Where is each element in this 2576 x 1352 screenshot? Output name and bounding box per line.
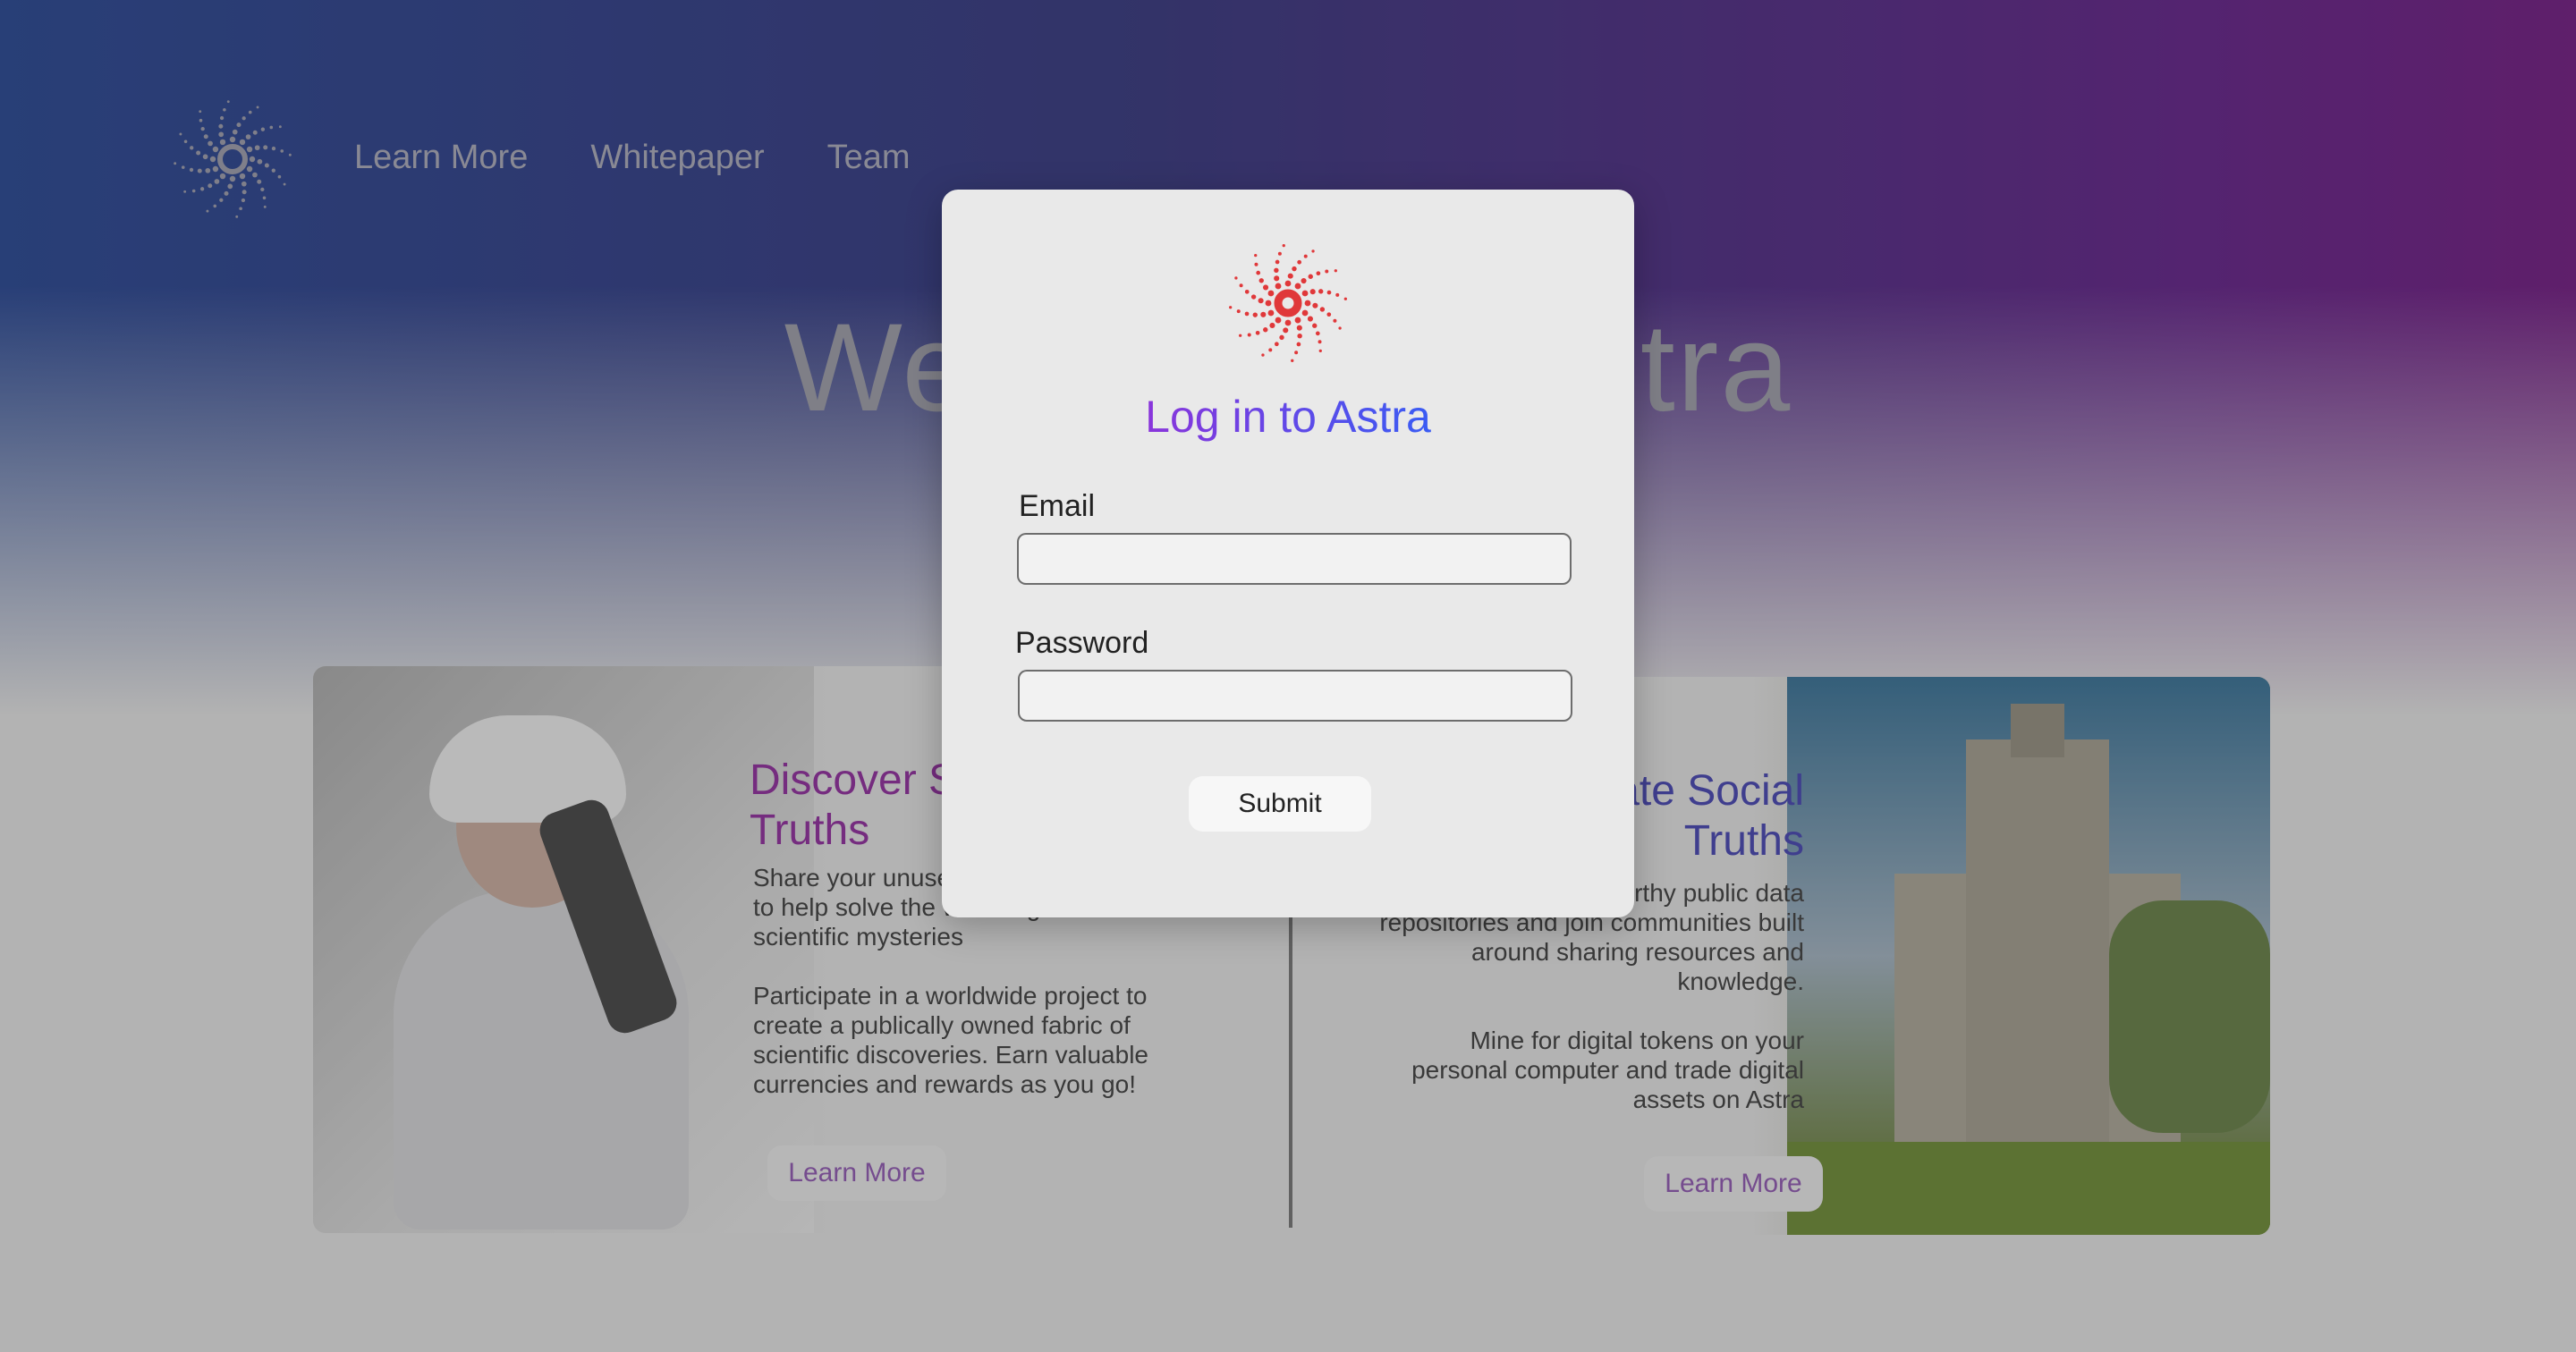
logo-ray-dot xyxy=(1244,289,1250,294)
logo-ray-dot xyxy=(1294,283,1301,290)
logo-ray-dot xyxy=(1256,270,1261,275)
logo-ray-dot xyxy=(1318,340,1322,344)
logo-ray-dot xyxy=(1263,327,1268,333)
logo-ray-dot xyxy=(1252,312,1258,317)
logo-ray-dot xyxy=(1343,297,1347,300)
logo-ray-dot xyxy=(1318,349,1322,352)
logo-ray-dot xyxy=(1274,342,1279,347)
logo-ray-dot xyxy=(1311,249,1315,253)
logo-ray-dot xyxy=(1294,351,1299,355)
logo-ray-dot xyxy=(1326,312,1332,317)
logo-ray-dot xyxy=(1265,300,1272,307)
logo-ray-dot xyxy=(1275,283,1282,290)
logo-ray-dot xyxy=(1309,289,1316,295)
password-field[interactable] xyxy=(1018,670,1572,722)
logo-ray-dot xyxy=(1319,307,1326,312)
logo-ray-dot xyxy=(1296,342,1301,347)
landing-page: Learn More Whitepaper Team Welcome to As… xyxy=(0,0,2576,1352)
login-modal: Log in to Astra Email Password Submit xyxy=(942,190,1634,917)
logo-ray-dot xyxy=(1283,327,1289,334)
logo-ray-dot xyxy=(1229,306,1233,309)
logo-ray-dot xyxy=(1292,266,1297,272)
logo-ray-dot xyxy=(1304,300,1311,307)
logo-ray-dot xyxy=(1301,309,1309,317)
logo-ray-dot xyxy=(1297,259,1302,265)
logo-ray-dot xyxy=(1234,276,1238,280)
logo-ray-dot xyxy=(1260,311,1267,317)
logo-ray-dot xyxy=(1335,292,1340,297)
logo-ray-dot xyxy=(1282,244,1285,248)
logo-ray-dot xyxy=(1268,348,1273,352)
logo-ray-dot xyxy=(1338,326,1342,330)
logo-ray-dot xyxy=(1312,302,1318,308)
logo-ray-dot xyxy=(1333,318,1337,323)
logo-ray-dot xyxy=(1315,331,1320,336)
logo-ray-dot xyxy=(1277,251,1282,256)
logo-ray-dot xyxy=(1307,316,1313,322)
logo-ray-dot xyxy=(1297,334,1302,339)
logo-ray-dot xyxy=(1267,309,1275,317)
logo-ray-dot xyxy=(1334,269,1337,273)
logo-ray-dot xyxy=(1254,262,1258,266)
logo-ray-dot xyxy=(1258,298,1264,304)
logo-ray-dot xyxy=(1291,359,1294,362)
email-label: Email xyxy=(1019,489,1096,523)
logo-ray-dot xyxy=(1247,333,1251,337)
logo-ray-dot xyxy=(1239,334,1242,337)
logo-ray-dot xyxy=(1236,309,1241,314)
logo-ray-dot xyxy=(1284,319,1292,326)
logo-ray-dot xyxy=(1312,323,1318,328)
logo-ray-dot xyxy=(1287,273,1293,279)
logo-ray-dot xyxy=(1267,290,1275,297)
logo-ray-dot xyxy=(1308,274,1313,279)
logo-ray-dot xyxy=(1261,353,1265,357)
logo-ray-dot xyxy=(1254,254,1258,258)
logo-ray-dot xyxy=(1326,290,1332,295)
logo-ray-dot xyxy=(1274,267,1279,273)
logo-ray-dot xyxy=(1275,259,1280,265)
logo-ray-dot xyxy=(1318,289,1324,294)
logo-ray-dot xyxy=(1301,278,1307,284)
logo-ray-dot xyxy=(1303,254,1308,258)
sunburst-logo-icon xyxy=(1229,244,1347,362)
logo-ray-dot xyxy=(1258,278,1264,283)
logo-ray-dot xyxy=(1325,269,1329,274)
logo-ray-dot xyxy=(1301,290,1309,297)
logo-ray-dot xyxy=(1255,330,1260,335)
modal-title: Log in to Astra xyxy=(942,391,1634,443)
logo-ray-dot xyxy=(1279,334,1284,341)
logo-ray-dot xyxy=(1269,322,1275,328)
submit-button[interactable]: Submit xyxy=(1189,776,1371,832)
logo-ray-dot xyxy=(1294,317,1301,324)
logo-ray-dot xyxy=(1275,317,1282,324)
logo-ray-dot xyxy=(1284,280,1292,287)
email-field[interactable] xyxy=(1017,533,1572,585)
logo-ray-dot xyxy=(1239,283,1243,288)
password-label: Password xyxy=(1015,626,1149,660)
logo-ray-dot xyxy=(1296,325,1302,331)
logo-ray-dot xyxy=(1316,271,1321,276)
logo-ray-dot xyxy=(1263,284,1269,291)
logo-ray-dot xyxy=(1274,275,1280,282)
logo-ray-dot xyxy=(1250,294,1257,300)
logo-ray-dot xyxy=(1244,311,1250,317)
